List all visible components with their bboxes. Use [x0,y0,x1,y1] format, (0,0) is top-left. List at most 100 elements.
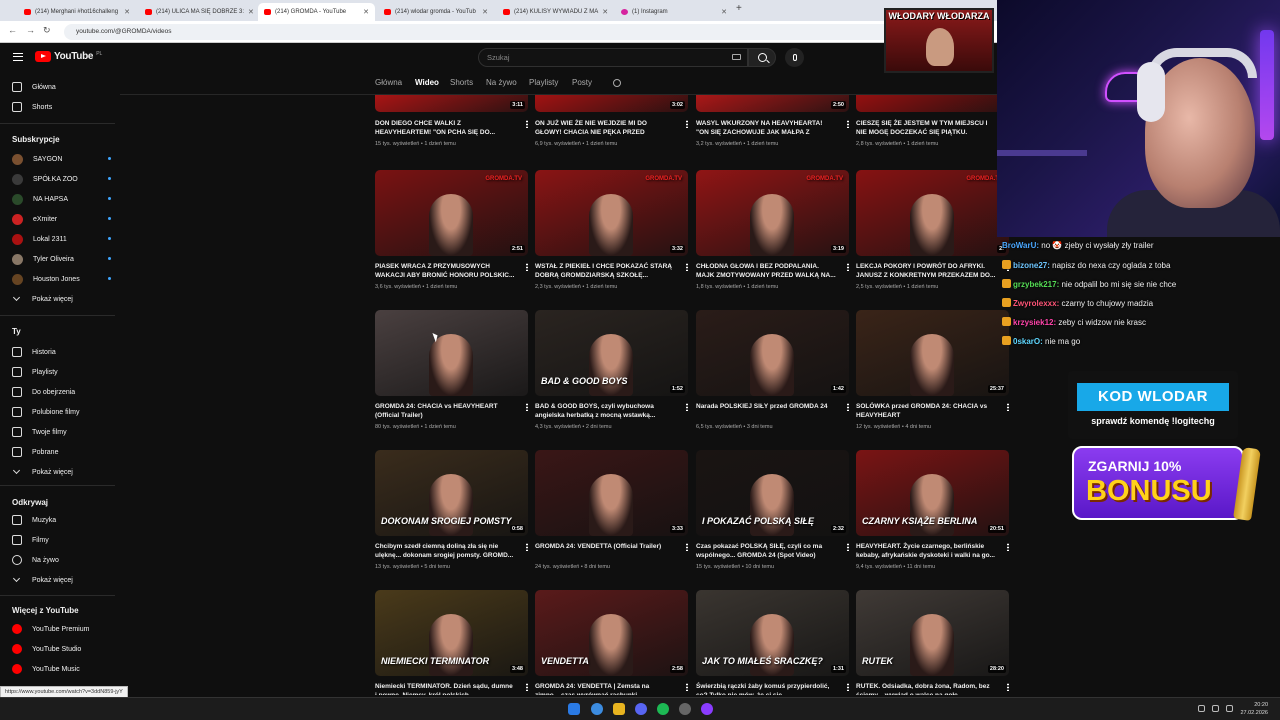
menu-icon[interactable] [13,53,23,61]
video-title[interactable]: Niemiecki TERMINATOR. Dzień sądu, dumne … [375,682,515,695]
video-thumbnail[interactable]: JAK TO MIAŁEŚ SRACZKĘ? 1:31 [696,590,849,676]
browser-tab[interactable]: (214) KULISY WYWIADU Z MA ✕ [497,3,612,21]
video-thumbnail[interactable]: 3:02 [535,95,688,112]
channel-tab[interactable]: Na żywo [486,78,517,87]
sidebar-item[interactable]: Główna [12,80,56,94]
channel-search-icon[interactable] [613,79,621,87]
more-options-icon[interactable] [686,120,688,128]
close-tab-icon[interactable]: ✕ [363,8,369,16]
more-options-icon[interactable] [526,120,528,128]
video-card[interactable]: 1:42 Narada POLSKIEJ SIŁY przed GROMDA 24… [696,310,849,446]
new-tab-button[interactable]: + [736,3,742,14]
search-input[interactable]: Szukaj [478,48,748,67]
video-title[interactable]: Chcibym szedł ciemną doliną zła się nie … [375,542,515,560]
video-title[interactable]: LEKCJA POKORY I POWRÓT DO AFRYKI. JANUSZ… [856,262,996,280]
browser-tab[interactable]: (1) Instagram ✕ [615,3,733,21]
video-card[interactable]: VENDETTA 2:58 GROMDA 24: VENDETTA | Zemsta… [535,590,688,695]
video-title[interactable]: Narada POLSKIEJ SIŁY przed GROMDA 24 [696,402,836,420]
more-options-icon[interactable] [847,263,849,271]
more-options-icon[interactable] [1007,683,1009,691]
video-card[interactable]: RUTEK 28:20 RUTEK. Odsiadka, dobra żona, R… [856,590,1009,695]
more-options-icon[interactable] [526,263,528,271]
video-card[interactable]: GROMDA.TV 2: LEKCJA POKORY I POWRÓT DO AFR… [856,170,1009,306]
video-thumbnail[interactable]: I POKAZAĆ POLSKĄ SIŁĘ 2:32 [696,450,849,536]
sidebar-item[interactable]: Muzyka [12,513,56,527]
video-title[interactable]: WASYL WKURZONY NA HEAVYHEARTA! "ON SIĘ Z… [696,119,836,137]
explore-heading[interactable]: Odkrywaj [12,498,48,507]
sidebar-item[interactable]: NA HAPSA [12,192,111,206]
more-options-icon[interactable] [686,683,688,691]
video-card[interactable]: GROMDA.TV 3:32 WSTAŁ Z PIEKIEŁ I CHCE POKA… [535,170,688,306]
channel-tab[interactable]: Posty [572,78,592,87]
sidebar-item[interactable]: SPÓŁKA ZOO [12,172,111,186]
chrome-icon[interactable] [591,703,603,715]
discord-icon[interactable] [635,703,647,715]
video-thumbnail[interactable]: DOKONAM SROGIEJ POMSTY 0:58 [375,450,528,536]
sidebar-item[interactable]: Pokaż więcej [12,465,73,479]
sidebar-item[interactable]: Polubione filmy [12,405,79,419]
close-tab-icon[interactable]: ✕ [124,8,130,16]
more-options-icon[interactable] [1007,543,1009,551]
clock[interactable]: 20:20 27.02.2026 [1240,701,1268,717]
obs-icon[interactable] [679,703,691,715]
video-card[interactable]: DOKONAM SROGIEJ POMSTY 0:58 Chcibym szedł … [375,450,528,586]
address-bar[interactable]: youtube.com/@GROMDA/videos [64,24,964,40]
sidebar-item[interactable]: Pokaż więcej [12,573,73,587]
video-card[interactable]: I POKAZAĆ POLSKĄ SIŁĘ 2:32 Czas pokazać PO… [696,450,849,586]
more-options-icon[interactable] [526,543,528,551]
voice-search-button[interactable] [785,48,804,67]
sidebar-item[interactable]: eXmiter [12,212,111,226]
video-title[interactable]: SOLÓWKA przed GROMDA 24: CHACIA vs HEAVY… [856,402,996,420]
video-thumbnail[interactable]: GROMDA.TV 3:19 [696,170,849,256]
sidebar-item[interactable]: YouTube Premium [12,622,89,636]
search-button[interactable] [748,48,776,67]
sidebar-item[interactable]: Shorts [12,100,52,114]
channel-tab[interactable]: Shorts [450,78,473,87]
microphone-tray-icon[interactable] [1198,705,1205,712]
video-card[interactable]: GROMDA.TV 2:51 PIASEK WRACA Z PRZYMUSOWYCH… [375,170,528,306]
close-tab-icon[interactable]: ✕ [721,8,727,16]
youtube-logo[interactable]: YouTube PL [35,51,102,62]
close-tab-icon[interactable]: ✕ [482,8,488,16]
sidebar-item[interactable]: Do obejrzenia [12,385,75,399]
back-icon[interactable]: ← [8,25,17,35]
browser-tab[interactable]: (214) Merghani #hot16challeng ✕ [18,3,136,21]
video-title[interactable]: WSTAŁ Z PIEKIEŁ I CHCE POKAZAĆ STARĄ DOB… [535,262,675,280]
sidebar-item[interactable]: Pokaż więcej [12,292,73,306]
start-icon[interactable] [568,703,580,715]
sidebar-item[interactable]: SAYGON [12,152,111,166]
sidebar-item[interactable]: Tyler Oliveira [12,252,111,266]
more-options-icon[interactable] [847,683,849,691]
more-options-icon[interactable] [847,543,849,551]
video-card[interactable]: JAK TO MIAŁEŚ SRACZKĘ? 1:31 Świerzbią rącz… [696,590,849,695]
sidebar-item[interactable]: YouTube Music [12,662,80,676]
more-options-icon[interactable] [526,403,528,411]
video-card[interactable]: 3:33 GROMDA 24: VENDETTA (Official Traile… [535,450,688,586]
more-options-icon[interactable] [686,543,688,551]
sidebar-item[interactable]: Historia [12,345,56,359]
subscriptions-heading[interactable]: Subskrypcje [12,135,60,144]
more-options-icon[interactable] [526,683,528,691]
video-title[interactable]: CIESZĘ SIĘ ŻE JESTEM W TYM MIEJSCU I NIE… [856,119,996,137]
you-heading[interactable]: Ty [12,327,21,336]
browser-tab[interactable]: (214) wlodar gromda - YouTub ✕ [378,3,494,21]
forward-icon[interactable]: → [26,25,35,35]
keyboard-icon[interactable] [732,54,741,60]
video-thumbnail[interactable]: GROMDA.TV 3:32 [535,170,688,256]
video-card[interactable]: BAD & GOOD BOYS 1:52 BAD & GOOD BOYS, czyl… [535,310,688,446]
browser-tab[interactable]: (214) GROMDA - YouTube ✕ [258,3,375,21]
sidebar-item[interactable]: Playlisty [12,365,58,379]
more-options-icon[interactable] [847,120,849,128]
sidebar-item[interactable]: Lokal 2311 [12,232,111,246]
video-card[interactable]: GROMDA 24: CHACIA vs HEAVYHEART (Officia… [375,310,528,446]
sidebar-item[interactable]: Twoje filmy [12,425,67,439]
app-icon[interactable] [701,703,713,715]
video-title[interactable]: GROMDA 24: VENDETTA (Official Trailer) [535,542,675,560]
video-thumbnail[interactable]: VENDETTA 2:58 [535,590,688,676]
volume-icon[interactable] [1226,705,1233,712]
video-card[interactable]: 25:37 SOLÓWKA przed GROMDA 24: CHACIA vs … [856,310,1009,446]
file-explorer-icon[interactable] [613,703,625,715]
video-title[interactable]: Czas pokazać POLSKĄ SIŁĘ, czyli co ma ws… [696,542,836,560]
video-title[interactable]: GROMDA 24: VENDETTA | Zemsta na zimno...… [535,682,675,695]
sidebar-item[interactable]: Pobrane [12,445,58,459]
